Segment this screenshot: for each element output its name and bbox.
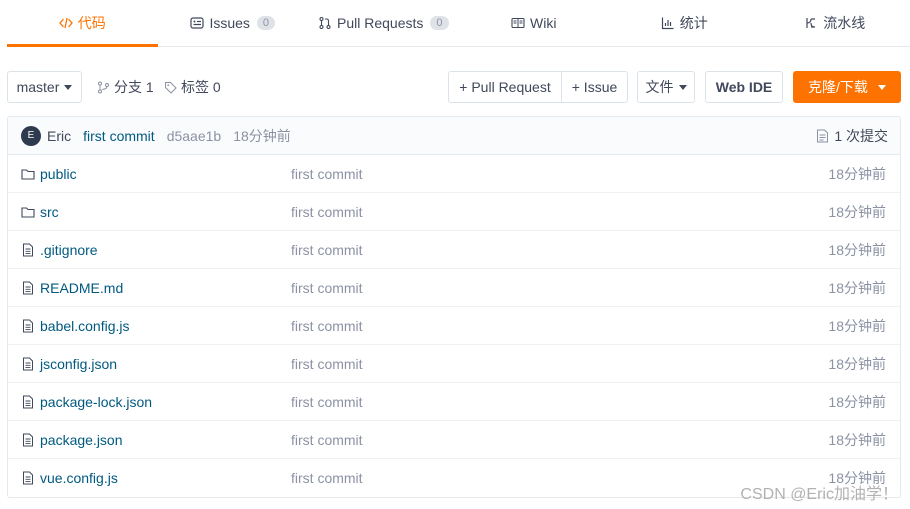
button-label: 文件	[645, 79, 674, 95]
file-commit-time: 18分钟前	[828, 355, 886, 372]
branch-select[interactable]: master	[7, 71, 82, 103]
commit-author[interactable]: Eric	[47, 128, 71, 144]
button-label: 克隆/下载	[808, 79, 868, 95]
pull-request-icon	[318, 16, 332, 30]
chevron-down-icon	[877, 84, 886, 90]
file-row[interactable]: public first commit 18分钟前	[8, 155, 900, 193]
button-label: + Pull Request	[459, 79, 551, 95]
tag-icon	[165, 81, 177, 94]
branches-link[interactable]: 分支 1	[97, 71, 154, 103]
file-table: E Eric first commit d5aae1b 18分钟前 1 次提交 …	[7, 116, 901, 498]
file-row[interactable]: package-lock.json first commit 18分钟前	[8, 383, 900, 421]
tab-wiki[interactable]: Wiki	[459, 0, 610, 46]
file-name[interactable]: vue.config.js	[40, 470, 291, 486]
code-icon	[58, 16, 73, 30]
file-icon	[21, 357, 35, 371]
file-commit-message[interactable]: first commit	[291, 242, 828, 258]
file-name[interactable]: README.md	[40, 280, 291, 296]
tab-pull-requests[interactable]: Pull Requests 0	[308, 0, 459, 46]
file-commit-time: 18分钟前	[828, 165, 886, 182]
file-menu-button[interactable]: 文件	[637, 71, 695, 103]
file-commit-message[interactable]: first commit	[291, 280, 828, 296]
tab-label: Issues	[209, 15, 250, 31]
file-name[interactable]: jsconfig.json	[40, 356, 291, 372]
stats-icon	[661, 16, 675, 30]
watermark: CSDN @Eric加油学！	[740, 486, 898, 503]
latest-commit-bar: E Eric first commit d5aae1b 18分钟前 1 次提交	[8, 117, 900, 155]
file-commit-time: 18分钟前	[828, 393, 886, 410]
file-commit-time: 18分钟前	[828, 279, 886, 296]
file-row[interactable]: src first commit 18分钟前	[8, 193, 900, 231]
file-row[interactable]: .gitignore first commit 18分钟前	[8, 231, 900, 269]
file-commit-time: 18分钟前	[828, 203, 886, 220]
file-icon	[21, 433, 35, 447]
repo-tabs: 代码 Issues 0 Pull Requests 0 Wiki 统计 流水线	[7, 0, 910, 47]
tags-link[interactable]: 标签 0	[164, 71, 221, 103]
document-icon	[817, 129, 829, 142]
branches-label: 分支 1	[114, 79, 154, 95]
tags-label: 标签 0	[181, 79, 221, 95]
button-label: + Issue	[571, 79, 618, 95]
file-commit-time: 18分钟前	[828, 317, 886, 334]
count-badge: 0	[430, 16, 449, 30]
file-icon	[21, 243, 35, 257]
file-commit-time: 18分钟前	[828, 431, 886, 448]
file-commit-message[interactable]: first commit	[291, 318, 828, 334]
file-row[interactable]: package.json first commit 18分钟前	[8, 421, 900, 459]
folder-icon	[21, 205, 35, 219]
file-commit-message[interactable]: first commit	[291, 204, 828, 220]
chevron-down-icon	[678, 84, 687, 90]
count-badge: 0	[256, 16, 276, 30]
file-commit-message[interactable]: first commit	[291, 356, 828, 372]
file-name[interactable]: public	[40, 166, 291, 182]
commit-sha[interactable]: d5aae1b	[167, 128, 222, 144]
branch-name: master	[16, 79, 60, 95]
file-name[interactable]: src	[40, 204, 291, 220]
file-icon	[21, 281, 35, 295]
file-commit-message[interactable]: first commit	[291, 394, 828, 410]
tab-stats[interactable]: 统计	[609, 0, 760, 46]
avatar[interactable]: E	[21, 125, 41, 146]
file-row[interactable]: babel.config.js first commit 18分钟前	[8, 307, 900, 345]
branch-icon	[98, 81, 109, 93]
tab-issues[interactable]: Issues 0	[158, 0, 309, 46]
commit-message[interactable]: first commit	[83, 128, 155, 144]
tab-label: Pull Requests	[336, 15, 424, 31]
web-ide-button[interactable]: Web IDE	[705, 71, 783, 103]
file-row[interactable]: README.md first commit 18分钟前	[8, 269, 900, 307]
file-name[interactable]: package.json	[40, 432, 291, 448]
file-name[interactable]: .gitignore	[40, 242, 291, 258]
commit-count-link[interactable]: 1 次提交	[816, 126, 888, 146]
file-commit-message[interactable]: first commit	[291, 166, 828, 182]
new-issue-button[interactable]: + Issue	[561, 71, 628, 103]
tab-pipeline[interactable]: 流水线	[760, 0, 910, 46]
chevron-down-icon	[64, 84, 73, 90]
issues-icon	[190, 16, 205, 30]
tab-label: Wiki	[530, 15, 557, 31]
button-label: Web IDE	[715, 79, 773, 95]
pipeline-icon	[804, 16, 818, 30]
folder-icon	[21, 167, 35, 181]
file-icon	[21, 395, 35, 409]
file-icon	[21, 319, 35, 333]
commit-time: 18分钟前	[233, 127, 291, 144]
file-name[interactable]: babel.config.js	[40, 318, 291, 334]
wiki-icon	[511, 16, 525, 30]
file-icon	[21, 471, 35, 485]
tab-label: 流水线	[823, 15, 866, 31]
tab-code[interactable]: 代码	[7, 0, 158, 47]
commit-count: 1 次提交	[834, 127, 888, 144]
tab-label: 统计	[679, 15, 708, 31]
file-name[interactable]: package-lock.json	[40, 394, 291, 410]
file-row[interactable]: jsconfig.json first commit 18分钟前	[8, 345, 900, 383]
file-commit-time: 18分钟前	[828, 241, 886, 258]
file-commit-message[interactable]: first commit	[291, 432, 828, 448]
repo-toolbar: master 分支 1 标签 0 + Pull Request + Issue …	[7, 71, 901, 103]
clone-download-button[interactable]: 克隆/下载	[793, 71, 901, 103]
tab-label: 代码	[77, 15, 106, 31]
new-pull-request-button[interactable]: + Pull Request	[448, 71, 562, 103]
